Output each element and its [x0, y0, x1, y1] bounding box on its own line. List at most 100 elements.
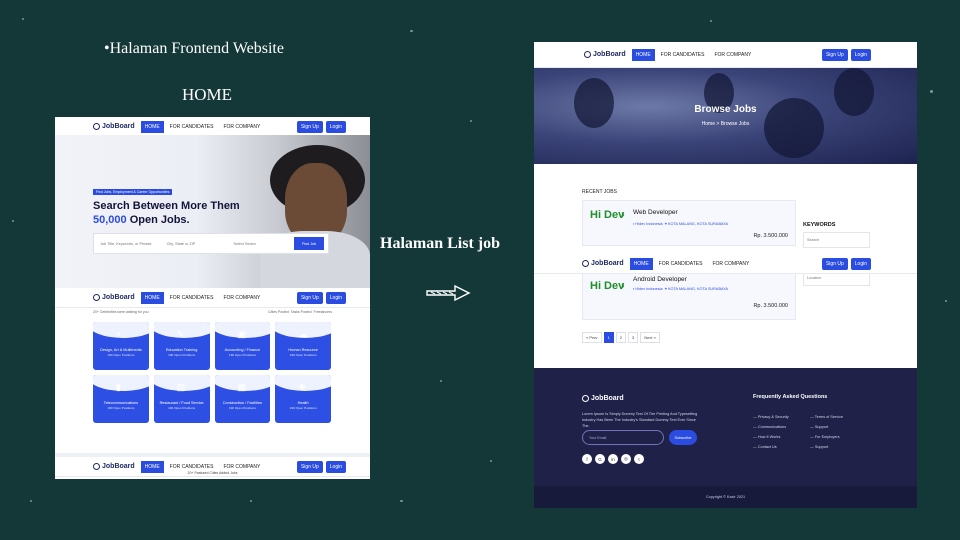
headline-line-1: Search Between More Them: [93, 200, 240, 212]
category-name: Accounting / Finance: [224, 348, 261, 352]
repeated-nav: JobBoard HOME FOR CANDIDATES FOR COMPANY…: [55, 288, 370, 308]
category-card[interactable]: ✚ Health 190 Open Positions: [275, 375, 331, 423]
logo[interactable]: JobBoard: [584, 51, 626, 58]
footer-link[interactable]: — Contact Us: [753, 442, 789, 452]
faq-heading: Frequently Asked Questions: [753, 394, 828, 400]
logo-text: JobBoard: [102, 463, 135, 470]
footer-link[interactable]: — How It Works: [753, 432, 789, 442]
nav-for-candidates[interactable]: FOR CANDIDATES: [655, 258, 707, 270]
nav-home[interactable]: HOME: [631, 48, 655, 61]
login-button[interactable]: Login: [850, 48, 871, 61]
login-button[interactable]: Login: [850, 257, 871, 270]
logo[interactable]: JobBoard: [582, 260, 624, 267]
nav-for-company[interactable]: FOR COMPANY: [708, 258, 753, 270]
footer-link[interactable]: — Support: [810, 422, 843, 432]
footer-link[interactable]: — Terms of Service: [810, 412, 843, 422]
twitter-icon[interactable]: t: [634, 454, 644, 464]
page-1-button[interactable]: 1: [603, 332, 614, 343]
category-card[interactable]: ✎ Education Training 190 Open Positions: [153, 322, 210, 370]
footer-logo[interactable]: JobBoard: [582, 395, 624, 402]
category-count: 190 Open Positions: [168, 353, 196, 357]
category-card[interactable]: ▤ Restaurant / Food Service 190 Open Posit…: [153, 375, 210, 423]
signup-button[interactable]: Sign Up: [296, 120, 323, 133]
nav-home[interactable]: HOME: [140, 291, 164, 304]
category-count: 190 Open Positions: [228, 353, 256, 357]
keyword-search-input[interactable]: Search: [803, 232, 870, 248]
next-page-button[interactable]: Next »: [640, 332, 660, 343]
category-count: 190 Open Positions: [168, 406, 196, 410]
job-card[interactable]: Hi Dev › Web Developer ▪ Hidev Indonesia …: [582, 200, 796, 246]
category-card[interactable]: ☁ Human Resource 190 Open Positions: [275, 322, 331, 370]
logo[interactable]: JobBoard: [93, 123, 135, 130]
home-page-screenshot: JobBoard HOME FOR CANDIDATES FOR COMPANY…: [55, 117, 370, 479]
keyword-input[interactable]: Job Title, Keywords, or Phrase: [94, 242, 161, 246]
company-name: Hidev Indonesia: [635, 287, 663, 291]
logo[interactable]: JobBoard: [93, 463, 135, 470]
restaurant-icon: ▤: [176, 382, 186, 392]
category-card[interactable]: ▦ Construction / Facilities 190 Open Posit…: [214, 375, 271, 423]
nav-home[interactable]: HOME: [140, 120, 164, 133]
category-grid: ⌖ Design, Art & Multimedia 190 Open Positi…: [93, 322, 331, 423]
footer-link[interactable]: — For Employers: [810, 432, 843, 442]
browse-jobs-banner: Browse Jobs Home > Browse Jobs: [534, 68, 917, 164]
breadcrumb[interactable]: Home > Browse Jobs: [534, 121, 917, 127]
find-job-button[interactable]: Find Job: [294, 237, 325, 250]
job-meta: ▪ Hidev Indonesia ⌖ KOTA MALANG, KOTA SU…: [633, 222, 729, 226]
category-card[interactable]: ▣ Accounting / Finance 190 Open Positions: [214, 322, 271, 370]
stat-label: Freelancers: [313, 310, 332, 314]
page-3-button[interactable]: 3: [628, 332, 639, 343]
arrow-right-icon: [426, 284, 471, 302]
nav-home[interactable]: HOME: [629, 257, 653, 270]
category-card[interactable]: ▮ Telecommunications 190 Open Positions: [93, 375, 149, 423]
category-name: Construction / Facilities: [222, 401, 262, 405]
job-search-bar: Job Title, Keywords, or Phrase City, Sta…: [93, 233, 329, 254]
education-icon: ✎: [176, 329, 185, 339]
sector-select[interactable]: Select Sector: [227, 242, 294, 246]
nav-for-candidates[interactable]: FOR CANDIDATES: [166, 121, 218, 133]
nav-for-company[interactable]: FOR COMPANY: [710, 49, 755, 61]
footer-link[interactable]: — Privacy & Security: [753, 412, 789, 422]
facebook-icon[interactable]: f: [582, 454, 592, 464]
category-name: Health: [297, 401, 309, 405]
category-count: 190 Open Positions: [289, 353, 317, 357]
signup-button[interactable]: Sign Up: [821, 48, 848, 61]
footer-link[interactable]: — Support: [810, 442, 843, 452]
nav-for-company[interactable]: FOR COMPANY: [219, 292, 264, 304]
page-2-button[interactable]: 2: [615, 332, 627, 343]
category-name: Restaurant / Food Service: [159, 401, 204, 405]
google-icon[interactable]: G: [595, 454, 605, 464]
copyright: Copyright © Kazir 2021: [534, 486, 917, 508]
newsletter-email-input[interactable]: Your Email: [582, 430, 664, 445]
company-name: Hidev Indonesia: [635, 222, 663, 226]
prev-page-button[interactable]: « Prev: [582, 332, 602, 343]
hero-headline: Search Between More Them 50,000 Open Jobs…: [93, 199, 263, 227]
city-input[interactable]: City, State or ZIP: [161, 242, 228, 246]
recent-jobs-label: RECENT JOBS: [582, 189, 617, 195]
login-button[interactable]: Login: [325, 120, 346, 133]
login-button[interactable]: Login: [325, 291, 346, 304]
footer-link[interactable]: — Communications: [753, 422, 789, 432]
nav-for-candidates[interactable]: FOR CANDIDATES: [166, 292, 218, 304]
slide-title-list-job: Halaman List job: [380, 235, 501, 252]
job-title[interactable]: Android Developer: [633, 276, 687, 283]
logo-text: JobBoard: [102, 123, 135, 130]
logo-icon: [93, 294, 100, 301]
subscribe-button[interactable]: Subscribe: [669, 430, 697, 445]
chevron-right-icon: ›: [621, 209, 625, 221]
stat-label: Tasks Posted: [290, 310, 312, 314]
linkedin-icon[interactable]: in: [608, 454, 618, 464]
chevron-right-icon: ›: [621, 280, 625, 292]
signup-button[interactable]: Sign Up: [821, 257, 848, 270]
logo[interactable]: JobBoard: [93, 294, 135, 301]
signup-button[interactable]: Sign Up: [296, 291, 323, 304]
footer-description: Lorem Ipsum Is Simply Dummy Text Of The …: [582, 412, 698, 428]
hero-tagline: Find Jobs, Employment & Career Opportuni…: [93, 189, 173, 195]
category-card[interactable]: ⌖ Design, Art & Multimedia 190 Open Positi…: [93, 322, 149, 370]
stats-row: 20+ Celebrities were waiting for you Cit…: [55, 308, 370, 316]
nav-for-company[interactable]: FOR COMPANY: [219, 121, 264, 133]
nav-for-candidates[interactable]: FOR CANDIDATES: [657, 49, 709, 61]
job-title[interactable]: Web Developer: [633, 209, 678, 216]
instagram-icon[interactable]: ◎: [621, 454, 631, 464]
category-name: Telecommunications: [103, 401, 139, 405]
category-name: Design, Art & Multimedia: [100, 348, 142, 352]
